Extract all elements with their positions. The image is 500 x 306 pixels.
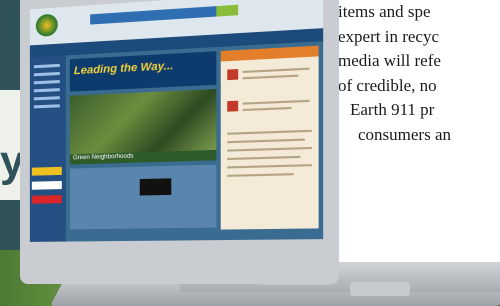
website-lower-panel [69, 164, 217, 230]
sidebar-link [33, 104, 60, 109]
website-search-bar [90, 6, 217, 25]
laptop: Leading the Way... Green Neighborhoods [0, 0, 500, 306]
website-search-button [216, 4, 239, 17]
sponsor-logo [31, 180, 62, 190]
laptop-screen: Leading the Way... Green Neighborhoods [29, 0, 324, 242]
sidebar-link [33, 96, 60, 101]
sponsor-logo [31, 195, 62, 204]
feature-caption-text: Green Neighborhoods [72, 153, 134, 162]
website-hero-banner: Leading the Way... [69, 51, 217, 92]
sponsor-logo [31, 166, 62, 176]
sidebar-link [33, 80, 60, 85]
sidebar-link [33, 88, 60, 93]
hero-headline: Leading the Way... [73, 59, 174, 78]
earth-logo-icon [35, 13, 58, 38]
laptop-lid: Leading the Way... Green Neighborhoods [20, 0, 340, 285]
date-badge [227, 100, 239, 112]
laptop-trackpad [350, 282, 410, 296]
video-thumbnail [139, 178, 172, 196]
website-sidebar [29, 55, 66, 242]
photo-collage: y items and spe expert in recyc media wi… [0, 0, 500, 306]
website-feature-image [69, 89, 217, 155]
sidebar-link [33, 63, 60, 69]
sidebar-link [33, 71, 60, 77]
date-badge [227, 69, 239, 81]
